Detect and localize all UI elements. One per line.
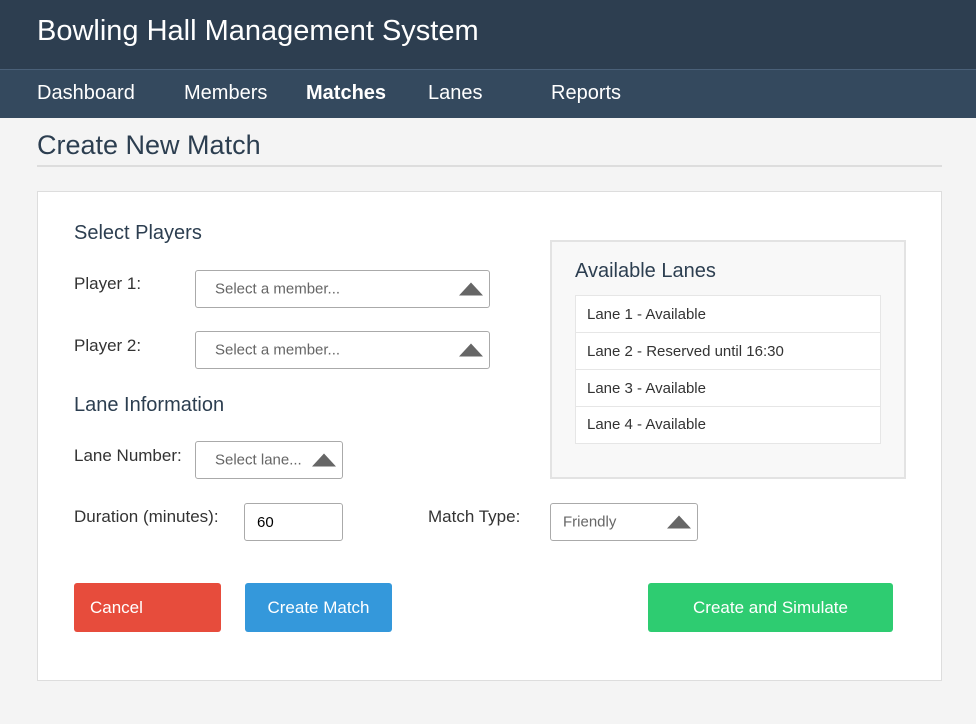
page-title: Create New Match [37,130,261,160]
app-header: Bowling Hall Management System [0,0,976,69]
player2-select[interactable]: Select a member... [195,331,490,369]
lane-number-label: Lane Number: [74,446,182,465]
match-type-label: Match Type: [428,507,521,526]
lane-list-item: Lane 1 - Available [576,296,880,333]
lane-list: Lane 1 - Available Lane 2 - Reserved unt… [575,295,881,444]
caret-up-icon [667,515,691,529]
app-title: Bowling Hall Management System [37,15,479,47]
lane-number-select-text: Select lane... [215,451,302,469]
nav-item-members[interactable]: Members [184,82,267,105]
title-divider [37,165,942,167]
player1-label: Player 1: [74,274,142,293]
create-match-button[interactable]: Create Match [245,583,392,632]
lane-list-item: Lane 4 - Available [587,416,706,433]
duration-label: Duration (minutes): [74,507,219,526]
match-type-select[interactable]: Friendly [550,503,698,541]
lane-list-item: Lane 2 - Reserved until 16:30 [576,333,880,370]
nav-item-matches[interactable]: Matches [306,82,386,105]
available-lanes-title: Available Lanes [575,260,716,282]
duration-input[interactable] [244,503,343,541]
player2-select-text: Select a member... [215,341,341,359]
select-players-heading: Select Players [74,222,202,244]
available-lanes-panel: Available Lanes Lane 1 - Available Lane … [550,240,906,479]
player1-select-text: Select a member... [215,280,341,298]
lane-number-select[interactable]: Select lane... [195,441,343,479]
lane-list-item: Lane 3 - Available [576,370,880,407]
cancel-button[interactable]: Cancel [74,583,221,632]
caret-up-icon [459,282,483,296]
nav-item-lanes[interactable]: Lanes [428,82,483,105]
player1-select[interactable]: Select a member... [195,270,490,308]
nav-item-dashboard[interactable]: Dashboard [37,82,135,105]
main-nav: Dashboard Members Matches Lanes Reports [0,69,976,118]
create-and-simulate-button[interactable]: Create and Simulate [648,583,893,632]
match-type-select-text: Friendly [563,513,617,531]
nav-item-reports[interactable]: Reports [551,82,621,105]
player2-label: Player 2: [74,336,142,355]
caret-up-icon [459,343,483,357]
caret-up-icon [312,453,336,467]
lane-info-heading: Lane Information [74,394,225,416]
